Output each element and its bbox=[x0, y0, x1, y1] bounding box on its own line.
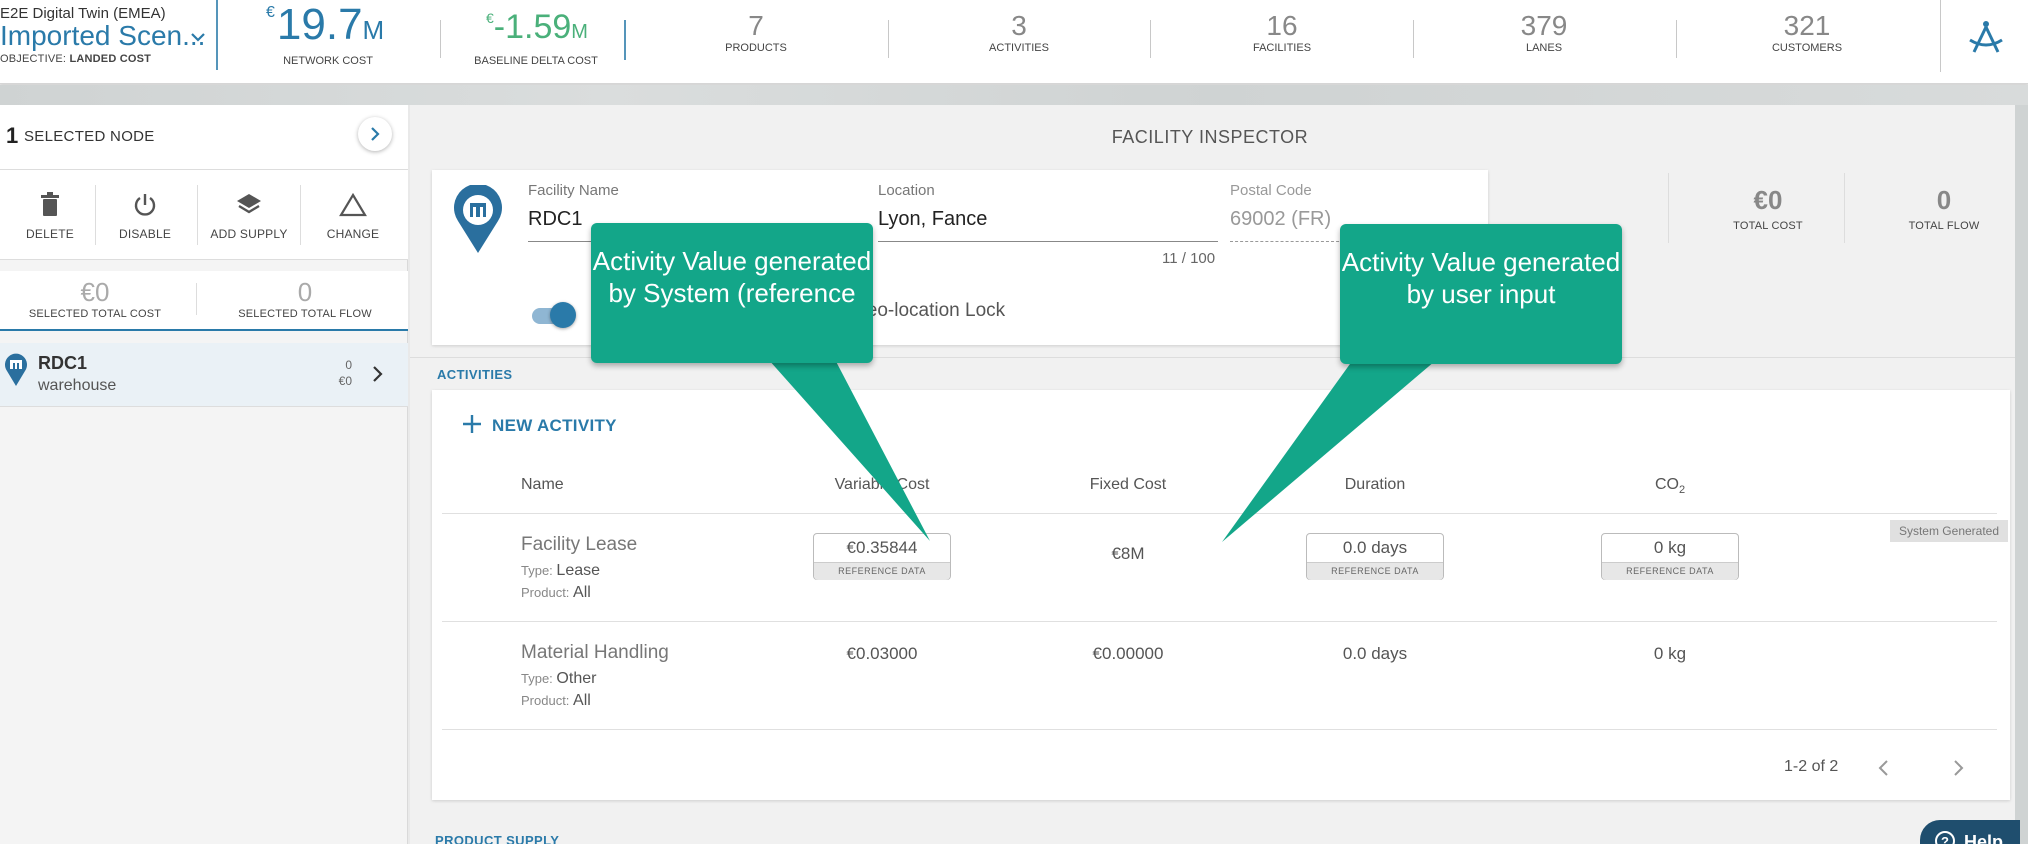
callout-system-generated: Activity Value generated by System (refe… bbox=[591, 223, 873, 363]
callout-pointers bbox=[760, 350, 1448, 542]
help-button[interactable]: ? Help bbox=[1920, 820, 2020, 844]
callout-user-input: Activity Value generated by user input bbox=[1340, 224, 1622, 364]
svg-text:?: ? bbox=[1941, 834, 1949, 844]
help-icon: ? bbox=[1935, 831, 1955, 844]
